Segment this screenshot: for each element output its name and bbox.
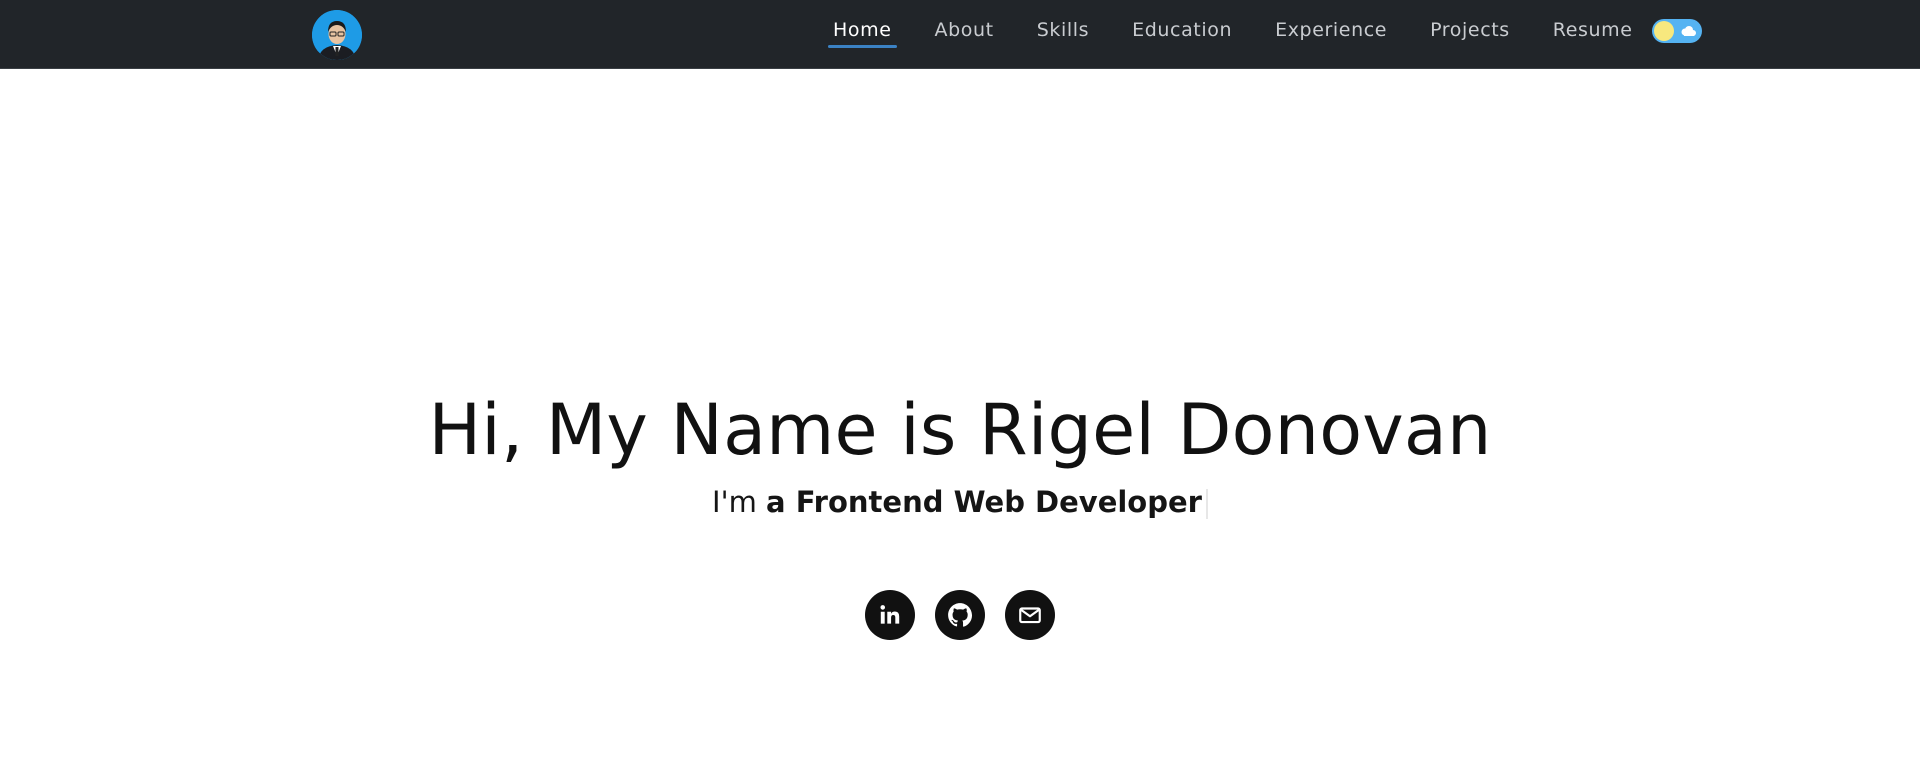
email-icon bbox=[1019, 607, 1041, 624]
linkedin-button[interactable] bbox=[865, 590, 915, 640]
theme-toggle[interactable] bbox=[1651, 19, 1702, 43]
profile-photo-icon bbox=[312, 10, 362, 60]
github-button[interactable] bbox=[935, 590, 985, 640]
typing-cursor bbox=[1205, 489, 1208, 519]
social-links bbox=[865, 590, 1075, 640]
avatar[interactable] bbox=[312, 10, 362, 60]
hero-subtitle-prefix: I'm bbox=[712, 485, 767, 519]
nav-link-experience[interactable]: Experience bbox=[1270, 0, 1392, 60]
email-button[interactable] bbox=[1005, 590, 1055, 640]
nav-link-education[interactable]: Education bbox=[1127, 0, 1237, 60]
github-icon bbox=[948, 603, 973, 627]
hero-title: Hi, My Name is Rigel Donovan bbox=[428, 389, 1492, 471]
nav-link-home[interactable]: Home bbox=[828, 0, 897, 60]
cloud-icon bbox=[1681, 26, 1696, 36]
nav-link-about[interactable]: About bbox=[930, 0, 999, 60]
hero-subtitle: I'm a Frontend Web Developer bbox=[0, 482, 1920, 522]
nav-link-skills[interactable]: Skills bbox=[1032, 0, 1094, 60]
hero-role: a Frontend Web Developer bbox=[766, 485, 1202, 519]
nav-link-resume[interactable]: Resume bbox=[1548, 0, 1638, 60]
linkedin-icon bbox=[880, 605, 900, 624]
sun-icon bbox=[1653, 21, 1674, 41]
nav-menu: Home About Skills Education Experience P… bbox=[828, 0, 1702, 60]
hero-section: Hi, My Name is Rigel Donovan I'm a Front… bbox=[0, 380, 1920, 522]
navbar: Home About Skills Education Experience P… bbox=[0, 0, 1920, 69]
nav-link-projects[interactable]: Projects bbox=[1425, 0, 1515, 60]
